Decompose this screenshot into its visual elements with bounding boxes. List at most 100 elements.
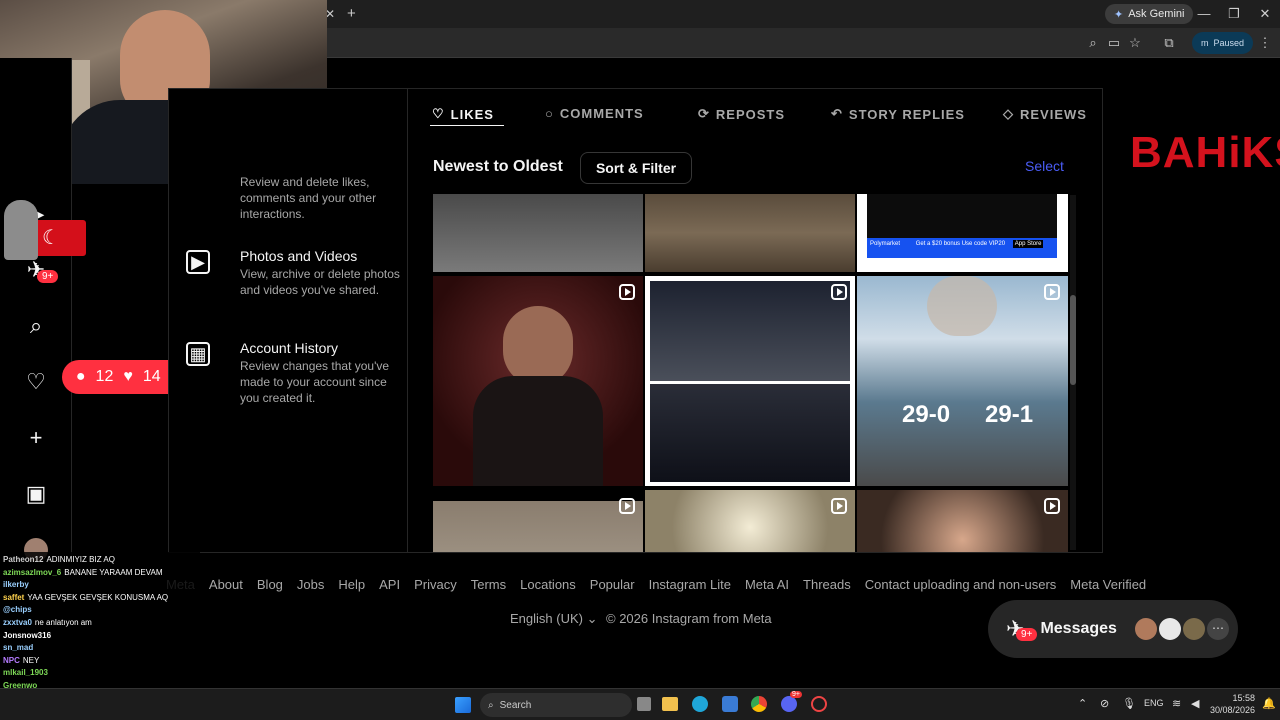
copyright: © 2026 Instagram from Meta <box>606 611 772 626</box>
maximize-icon[interactable]: ❐ <box>1219 6 1249 22</box>
messages-pill[interactable]: ✈ 9+ Messages ⋯ <box>988 600 1238 658</box>
reel-icon <box>1044 498 1060 514</box>
clock[interactable]: 15:58 30/08/2026 <box>1207 692 1255 716</box>
tray-chevron-icon[interactable]: ⌃ <box>1078 697 1087 710</box>
liked-reel-thumbnail[interactable] <box>857 490 1068 552</box>
footer-link[interactable]: API <box>379 577 400 592</box>
notifications-heart-icon[interactable]: ♡ <box>22 368 50 396</box>
search-icon[interactable]: ⌕ <box>22 312 50 340</box>
reel-icon <box>619 284 635 300</box>
chrome-icon[interactable] <box>751 696 767 712</box>
footer-link[interactable]: Meta AI <box>745 577 789 592</box>
chat-text: ne anlatıyon am <box>34 617 92 627</box>
chat-username: Patheon12 <box>3 555 44 564</box>
start-icon[interactable] <box>455 697 471 713</box>
footer-link[interactable]: Blog <box>257 577 283 592</box>
volume-icon[interactable]: ◀ <box>1191 697 1199 710</box>
discord-icon[interactable] <box>781 696 797 712</box>
tab-story-replies[interactable]: ↶ STORY REPLIES <box>831 106 965 122</box>
notification-badge: 9+ <box>37 270 59 283</box>
thumbnail-face-overlay <box>927 276 997 336</box>
wifi-off-icon[interactable]: ⊘ <box>1100 697 1109 710</box>
chat-username: mlkail_1903 <box>3 668 48 678</box>
ask-gemini-button[interactable]: ✦ Ask Gemini <box>1105 4 1194 24</box>
chat-message: mlkail_1903 <box>3 667 197 680</box>
store-icon[interactable] <box>722 696 738 712</box>
app-icon[interactable] <box>811 696 827 712</box>
file-explorer-icon[interactable] <box>662 697 678 711</box>
liked-post-thumbnail[interactable]: Polymarket Get a $20 bonus Use code VIP2… <box>857 194 1068 272</box>
more-avatars-icon: ⋯ <box>1206 618 1229 640</box>
tab-comments[interactable]: ○ COMMENTS <box>545 106 644 121</box>
scrollbar-thumb[interactable] <box>1070 295 1076 385</box>
profile-avatar: m <box>1201 38 1209 48</box>
zoom-icon[interactable]: ⌕ <box>1084 34 1102 52</box>
liked-post-thumbnail[interactable] <box>645 194 855 272</box>
footer-link[interactable]: Contact uploading and non-users <box>865 577 1057 592</box>
record-label-left: 29-0 <box>902 401 951 428</box>
chat-username: sn_mad <box>3 643 34 653</box>
liked-reel-thumbnail[interactable] <box>433 276 643 486</box>
photos-videos-icon: ▶ <box>186 250 210 274</box>
liked-reel-thumbnail[interactable]: 29-0 29-1 <box>857 276 1068 486</box>
cast-icon[interactable]: ▭ <box>1105 34 1123 52</box>
sort-filter-button[interactable]: Sort & Filter <box>580 152 692 184</box>
chat-username: ilkerby <box>3 580 29 590</box>
interactions-item[interactable]: Review and delete likes, comments and yo… <box>240 174 400 222</box>
message-avatar <box>1182 618 1205 640</box>
footer-link[interactable]: Threads <box>803 577 851 592</box>
footer-link[interactable]: Instagram Lite <box>649 577 731 592</box>
sort-heading: Newest to Oldest <box>433 158 563 175</box>
instagram-sidebar: ▶ ✈ 9+ ⌕ ♡ + ▣ <box>0 58 72 562</box>
grid-scrollbar[interactable] <box>1070 195 1076 550</box>
record-label-right: 29-1 <box>985 401 1034 428</box>
language-select[interactable]: English (UK) ⌄ <box>510 611 597 627</box>
liked-post-thumbnail[interactable] <box>433 194 643 272</box>
footer-link[interactable]: Terms <box>471 577 506 592</box>
discord-badge: 9+ <box>790 691 802 698</box>
liked-reel-thumbnail[interactable] <box>433 490 643 552</box>
chat-username: NPC <box>3 655 20 665</box>
thumbnail-person <box>503 306 573 386</box>
task-view-icon[interactable] <box>637 697 651 711</box>
create-icon[interactable]: + <box>22 424 50 452</box>
profile-paused-chip[interactable]: m Paused <box>1192 32 1254 54</box>
close-window-icon[interactable]: ✕ <box>1250 6 1280 22</box>
new-tab-icon[interactable]: + <box>347 5 356 22</box>
taskbar-search[interactable]: ⌕ Search <box>480 693 632 717</box>
microphone-icon[interactable]: 🎙 <box>1122 697 1136 710</box>
message-avatar <box>1134 618 1157 640</box>
footer-link[interactable]: Meta Verified <box>1070 577 1146 592</box>
language-indicator[interactable]: ENG <box>1144 698 1164 708</box>
footer-link[interactable]: Privacy <box>414 577 457 592</box>
tab-likes[interactable]: ♡ LIKES <box>432 106 494 122</box>
network-icon[interactable]: ≋ <box>1172 697 1181 710</box>
tab-reposts[interactable]: ⟳ REPOSTS <box>698 106 785 122</box>
chat-message: saffet YAA GEVŞEK GEVŞEK KONUSMA AQ <box>3 592 197 605</box>
account-history-item[interactable]: Account History Review changes that you'… <box>240 340 400 406</box>
liked-reel-thumbnail[interactable] <box>645 490 855 552</box>
footer-link[interactable]: About <box>209 577 243 592</box>
comment-count-icon: ● <box>75 368 86 385</box>
edge-icon[interactable] <box>692 696 708 712</box>
chat-message: NPC NEY <box>3 655 197 668</box>
more-menu-icon[interactable]: ⋮ <box>1256 34 1274 52</box>
chat-text: NEY <box>22 655 40 665</box>
extensions-icon[interactable]: ⧉ <box>1160 34 1178 52</box>
minimize-icon[interactable]: — <box>1189 6 1219 21</box>
footer-link[interactable]: Jobs <box>297 577 324 592</box>
dashboard-icon[interactable]: ▣ <box>22 480 50 508</box>
footer-link[interactable]: Popular <box>590 577 635 592</box>
tab-reviews[interactable]: ◇ REVIEWS <box>1003 106 1087 122</box>
liked-reel-thumbnail[interactable] <box>645 276 855 486</box>
star-icon[interactable]: ☆ <box>1126 34 1144 52</box>
chat-message: zxxtva0 ne anlatıyon am <box>3 617 197 630</box>
photos-videos-item[interactable]: Photos and Videos View, archive or delet… <box>240 248 400 298</box>
thumbnail-bottom-scene <box>650 384 850 482</box>
chat-text: ADINMIYIZ BIZ AQ <box>46 555 115 564</box>
select-link[interactable]: Select <box>1025 158 1064 174</box>
footer-link[interactable]: Locations <box>520 577 576 592</box>
notification-bell-icon[interactable]: 🔔 <box>1262 697 1276 710</box>
message-avatar <box>1158 618 1181 640</box>
footer-link[interactable]: Help <box>338 577 365 592</box>
